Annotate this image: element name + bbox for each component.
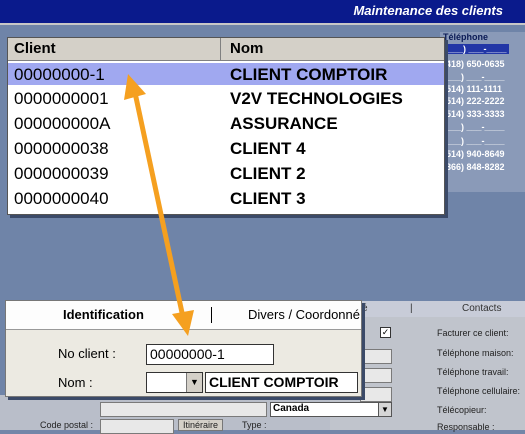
arrow-head-bottom [172,310,194,336]
arrow-shaft [131,87,187,323]
arrow-head-top [124,74,146,100]
annotation-arrow [124,74,194,336]
